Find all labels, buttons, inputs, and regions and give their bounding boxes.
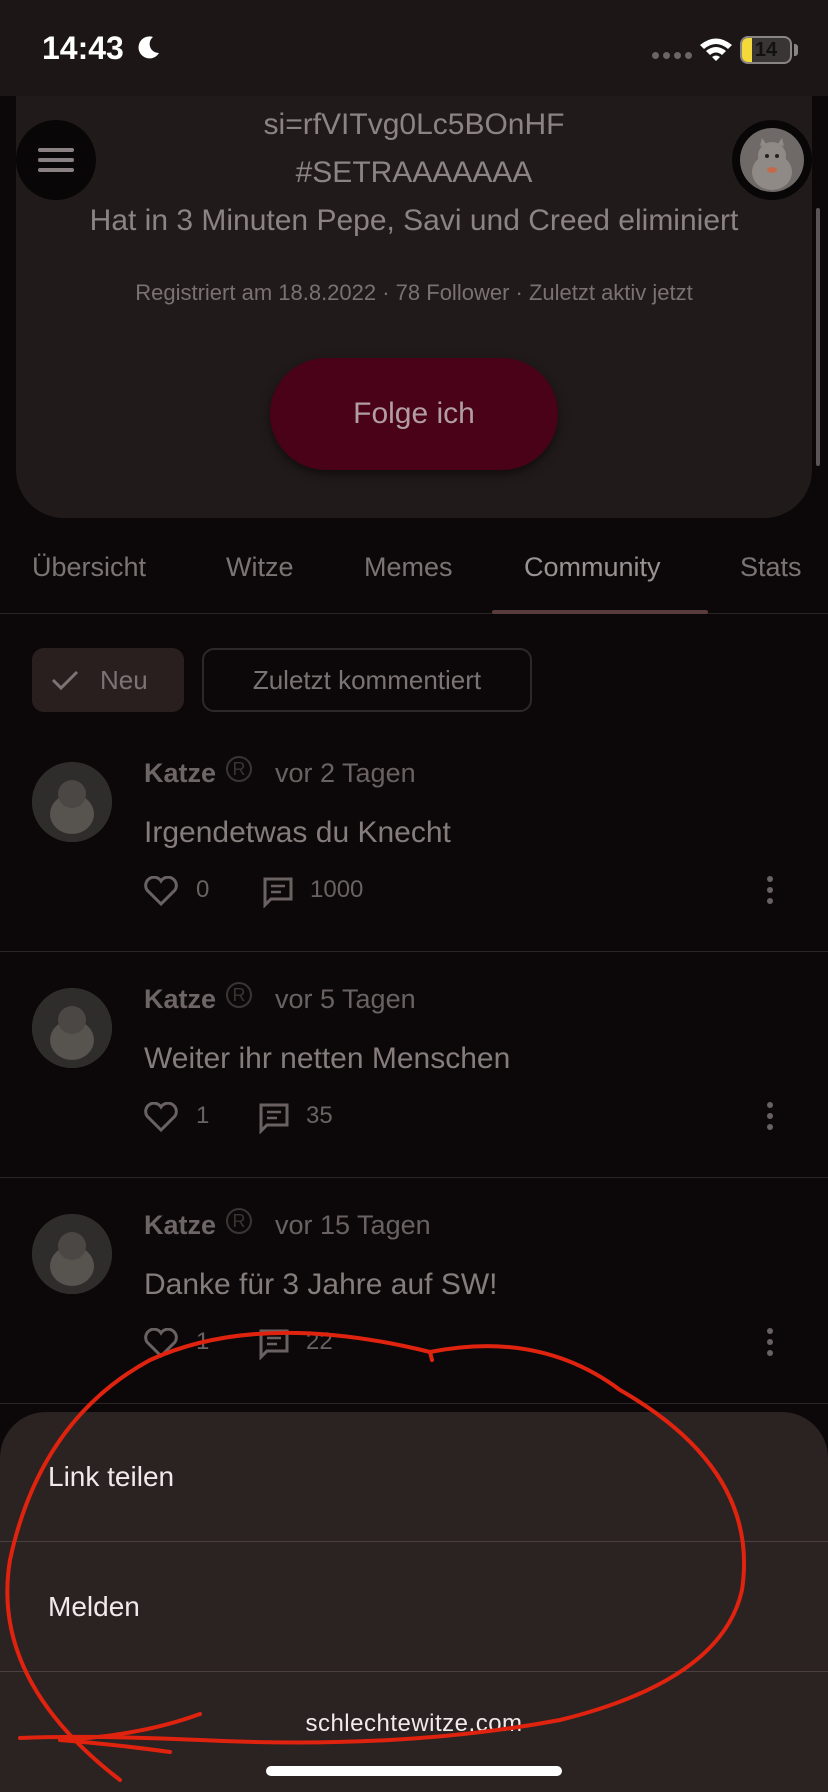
post-author[interactable]: Katze [144, 984, 216, 1015]
clock: 14:43 [42, 30, 124, 66]
post-text[interactable]: Irgendetwas du Knecht [144, 816, 451, 850]
post-time: vor 15 Tagen [275, 1210, 431, 1240]
signal-icon [652, 52, 692, 59]
report-option[interactable]: Melden [0, 1542, 828, 1672]
scrollbar[interactable] [816, 208, 820, 466]
like-count: 1 [196, 1328, 210, 1355]
check-icon [51, 670, 79, 691]
comment-count: 22 [306, 1328, 333, 1355]
filter-neu-chip[interactable]: Neu [32, 648, 184, 712]
tab-stats[interactable]: Stats [740, 552, 802, 583]
comment-count: 1000 [310, 876, 364, 903]
filter-neu-label: Neu [100, 664, 148, 695]
wifi-icon [700, 38, 732, 61]
more-vertical-icon[interactable] [764, 874, 776, 906]
post-author[interactable]: Katze [144, 758, 216, 789]
post-time: vor 2 Tagen [275, 758, 416, 788]
filter-recent-chip[interactable]: Zuletzt kommentiert [202, 648, 532, 712]
post-author[interactable]: Katze [144, 1210, 216, 1241]
home-indicator[interactable] [266, 1766, 562, 1776]
battery-level: 14 [754, 39, 778, 61]
post-item[interactable]: Katze R vor 2 Tagen Irgendetwas du Knech… [0, 726, 828, 952]
comment-icon[interactable] [262, 876, 294, 908]
registered-icon: R [226, 756, 252, 782]
tab-community[interactable]: Community [524, 552, 661, 583]
share-link-option[interactable]: Link teilen [0, 1412, 828, 1542]
status-bar: 14:43 14 [0, 0, 828, 96]
more-vertical-icon[interactable] [764, 1326, 776, 1358]
profile-avatar-button[interactable] [732, 120, 812, 200]
tab-uebersicht[interactable]: Übersicht [32, 552, 146, 583]
site-footer: schlechtewitze.com [305, 1710, 523, 1737]
like-count: 1 [196, 1102, 210, 1129]
post-item[interactable]: Katze R vor 5 Tagen Weiter ihr netten Me… [0, 952, 828, 1178]
registered-icon: R [226, 1208, 252, 1234]
battery-icon: 14 [740, 36, 792, 64]
profile-bio: Hat in 3 Minuten Pepe, Savi und Creed el… [89, 204, 739, 237]
tab-witze[interactable]: Witze [226, 552, 294, 583]
profile-meta: Registriert am 18.8.2022 · 78 Follower ·… [135, 280, 693, 305]
profile-hashtag: #SETRAAAAAAA [295, 156, 533, 189]
battery-tip [794, 44, 798, 56]
heart-icon[interactable] [144, 876, 178, 906]
heart-icon[interactable] [144, 1102, 178, 1132]
post-time: vor 5 Tagen [275, 984, 416, 1014]
comment-count: 35 [306, 1102, 333, 1129]
avatar [740, 128, 804, 192]
post-item[interactable]: Katze R vor 15 Tagen Danke für 3 Jahre a… [0, 1178, 828, 1404]
profile-link: si=rfVITvg0Lc5BOnHF [263, 108, 565, 141]
tab-bar: Übersicht Witze Memes Community Stats [0, 540, 828, 614]
post-text[interactable]: Weiter ihr netten Menschen [144, 1042, 510, 1076]
comment-icon[interactable] [258, 1102, 290, 1134]
post-avatar[interactable] [32, 988, 112, 1068]
menu-button[interactable] [16, 120, 96, 200]
comment-icon[interactable] [258, 1328, 290, 1360]
registered-icon: R [226, 982, 252, 1008]
post-avatar[interactable] [32, 762, 112, 842]
menu-icon [38, 148, 74, 152]
moon-icon [138, 36, 159, 59]
heart-icon[interactable] [144, 1328, 178, 1358]
active-tab-indicator [492, 610, 708, 614]
post-avatar[interactable] [32, 1214, 112, 1294]
tab-memes[interactable]: Memes [364, 552, 453, 583]
like-count: 0 [196, 876, 210, 903]
more-vertical-icon[interactable] [764, 1100, 776, 1132]
follow-button[interactable]: Folge ich [270, 358, 558, 470]
post-text[interactable]: Danke für 3 Jahre auf SW! [144, 1268, 498, 1302]
